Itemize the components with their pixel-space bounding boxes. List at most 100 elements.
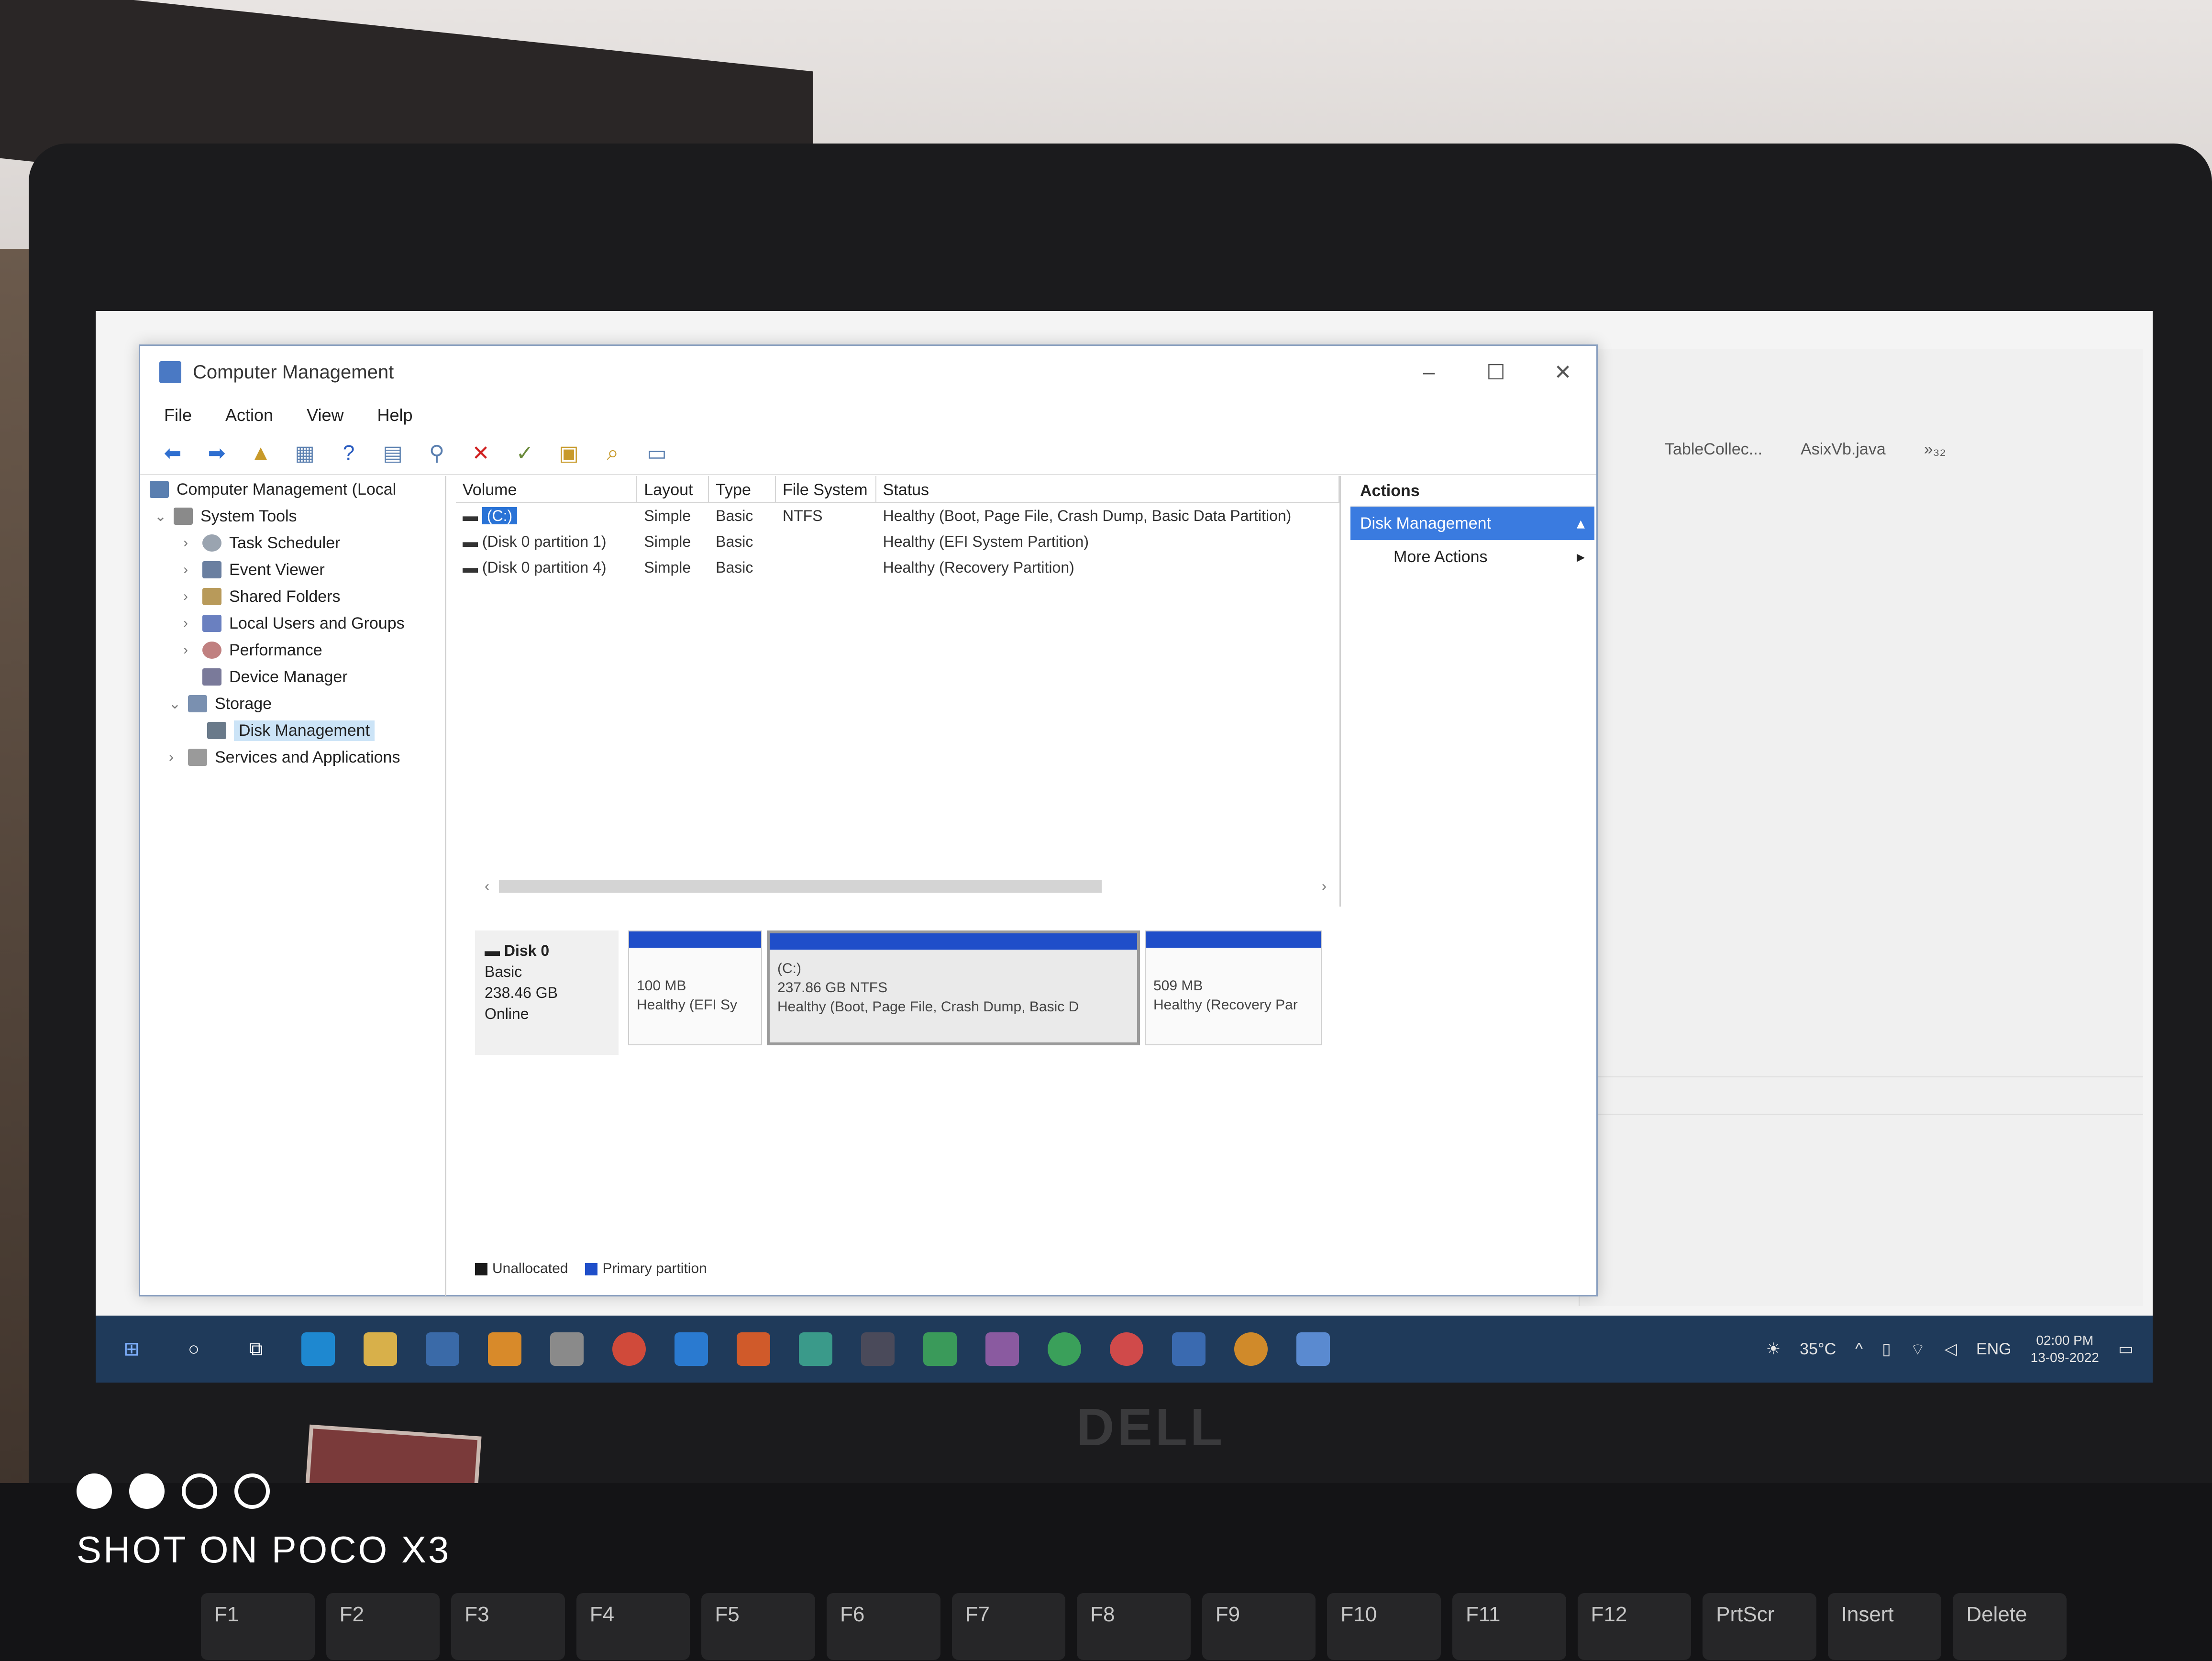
up-folder-icon[interactable]: ▲ [247, 440, 274, 466]
services-icon [188, 749, 207, 766]
close-button[interactable]: ✕ [1529, 360, 1596, 385]
mail-icon[interactable] [426, 1332, 459, 1366]
tree-item-device-manager[interactable]: Device Manager [150, 664, 445, 690]
column-status[interactable]: Status [876, 476, 1339, 502]
partition-recovery[interactable]: 509 MB Healthy (Recovery Par [1145, 930, 1322, 1045]
check-icon[interactable]: ✓ [511, 440, 538, 466]
chevron-right-icon[interactable]: › [183, 615, 202, 631]
android-studio-icon[interactable] [923, 1332, 957, 1366]
git-icon[interactable] [737, 1332, 770, 1366]
collapse-icon[interactable]: ▴ [1577, 514, 1585, 533]
menu-help[interactable]: Help [377, 405, 412, 425]
app-icon[interactable] [799, 1332, 832, 1366]
column-file-system[interactable]: File System [776, 476, 876, 502]
chevron-right-icon[interactable]: › [183, 588, 202, 605]
computer-management-taskbar-icon[interactable] [1296, 1332, 1330, 1366]
cell-file-system: NTFS [782, 507, 823, 524]
menu-action[interactable]: Action [225, 405, 273, 425]
chrome-icon[interactable] [1234, 1332, 1268, 1366]
actions-pane: Actions Disk Management ▴ More Actions ▸ [1350, 476, 1594, 1289]
search-icon[interactable]: ○ [177, 1332, 210, 1366]
task-view-icon[interactable]: ⧉ [239, 1332, 273, 1366]
menu-file[interactable]: File [164, 405, 192, 425]
table-row[interactable]: ▬ (Disk 0 partition 1) Simple Basic Heal… [456, 529, 1339, 554]
weather-icon[interactable]: ☀ [1766, 1340, 1781, 1359]
chevron-up-icon[interactable]: ^ [1855, 1340, 1863, 1359]
tree-item-shared-folders[interactable]: › Shared Folders [150, 583, 445, 610]
partition-efi[interactable]: 100 MB Healthy (EFI Sy [628, 930, 762, 1045]
table-row[interactable]: ▬ (C:) Simple Basic NTFS Healthy (Boot, … [456, 503, 1339, 529]
action-more-actions[interactable]: More Actions ▸ [1350, 540, 1594, 574]
properties-icon[interactable]: ▭ [643, 440, 670, 466]
chevron-right-icon[interactable]: › [183, 535, 202, 551]
ide-tab-overflow[interactable]: »₃₂ [1924, 440, 1946, 459]
scroll-left-icon[interactable]: ‹ [485, 878, 489, 895]
console-icon[interactable]: ▤ [379, 440, 406, 466]
help-icon[interactable]: ? [335, 440, 362, 466]
maximize-button[interactable]: ☐ [1462, 360, 1529, 385]
app-icon[interactable] [1110, 1332, 1143, 1366]
ide-tab-tablecollec[interactable]: TableCollec... [1665, 440, 1762, 459]
file-explorer-icon[interactable] [364, 1332, 397, 1366]
chevron-right-icon[interactable]: › [183, 642, 202, 658]
column-volume[interactable]: Volume [456, 476, 638, 502]
store-icon[interactable] [488, 1332, 521, 1366]
tree-item-local-users[interactable]: › Local Users and Groups [150, 610, 445, 637]
column-layout[interactable]: Layout [637, 476, 709, 502]
chevron-right-icon[interactable]: › [183, 562, 202, 578]
vscode-icon[interactable] [675, 1332, 708, 1366]
search-folder-icon[interactable]: ⌕ [599, 440, 626, 466]
disk-0-label[interactable]: ▬ Disk 0 Basic 238.46 GB Online [475, 930, 619, 1055]
chevron-right-icon[interactable]: › [169, 749, 188, 765]
partition-size: 509 MB [1153, 978, 1203, 994]
function-keys: F1 F2 F3 F4 F5 F6 F7 F8 F9 F10 F11 F12 P… [201, 1593, 2067, 1660]
menu-view[interactable]: View [307, 405, 343, 425]
start-icon[interactable]: ⊞ [115, 1332, 148, 1366]
temperature[interactable]: 35°C [1800, 1340, 1836, 1359]
action-disk-management[interactable]: Disk Management ▴ [1350, 507, 1594, 540]
tree-item-task-scheduler[interactable]: › Task Scheduler [150, 530, 445, 556]
terminal-icon[interactable] [861, 1332, 895, 1366]
partition-c[interactable]: (C:) 237.86 GB NTFS Healthy (Boot, Page … [767, 930, 1140, 1045]
tree-item-event-viewer[interactable]: › Event Viewer [150, 556, 445, 583]
spring-icon[interactable] [1048, 1332, 1081, 1366]
scroll-right-icon[interactable]: › [1322, 878, 1327, 895]
app-icon[interactable] [1172, 1332, 1206, 1366]
app-icon[interactable] [985, 1332, 1019, 1366]
clock[interactable]: 02:00 PM 13-09-2022 [2031, 1332, 2099, 1366]
chrome-icon[interactable] [612, 1332, 646, 1366]
key: F1 [201, 1593, 315, 1660]
window-title: Computer Management [193, 361, 394, 383]
back-arrow-icon[interactable]: ⬅ [159, 440, 186, 466]
tree-item-system-tools[interactable]: ⌄ System Tools [150, 503, 445, 530]
show-hide-tree-icon[interactable]: ▦ [291, 440, 318, 466]
column-type[interactable]: Type [709, 476, 776, 502]
tree-item-storage[interactable]: ⌄ Storage [150, 690, 445, 717]
chevron-down-icon[interactable]: ⌄ [155, 508, 174, 525]
tree-item-root[interactable]: Computer Management (Local [150, 476, 445, 503]
volume-icon[interactable]: ◁ [1945, 1340, 1957, 1359]
horizontal-scrollbar[interactable]: ‹ › [485, 878, 1327, 895]
battery-icon[interactable]: ▯ [1882, 1340, 1891, 1359]
forward-arrow-icon[interactable]: ➡ [203, 440, 230, 466]
notification-icon[interactable]: ▭ [2118, 1340, 2134, 1359]
scrollbar-thumb[interactable] [499, 880, 1102, 893]
minimize-button[interactable]: – [1395, 360, 1462, 385]
table-row[interactable]: ▬ (Disk 0 partition 4) Simple Basic Heal… [456, 554, 1339, 580]
folder-icon[interactable]: ▣ [555, 440, 582, 466]
tree-item-performance[interactable]: › Performance [150, 637, 445, 664]
connect-icon[interactable]: ⚲ [423, 440, 450, 466]
dot-icon [234, 1473, 270, 1509]
computer-management-window: Computer Management – ☐ ✕ File Action Vi… [139, 344, 1598, 1296]
notes-icon[interactable] [550, 1332, 584, 1366]
partition-band [629, 931, 761, 948]
language[interactable]: ENG [1976, 1340, 2012, 1359]
tree-item-disk-management[interactable]: Disk Management [150, 717, 445, 744]
edge-icon[interactable] [301, 1332, 335, 1366]
key: F12 [1577, 1593, 1692, 1660]
tree-item-services[interactable]: › Services and Applications [150, 744, 445, 771]
chevron-down-icon[interactable]: ⌄ [169, 696, 188, 712]
network-icon[interactable]: ⌔ [1910, 1339, 1925, 1360]
delete-icon[interactable]: ✕ [467, 440, 494, 466]
ide-tab-asixvb[interactable]: AsixVb.java [1801, 440, 1886, 459]
